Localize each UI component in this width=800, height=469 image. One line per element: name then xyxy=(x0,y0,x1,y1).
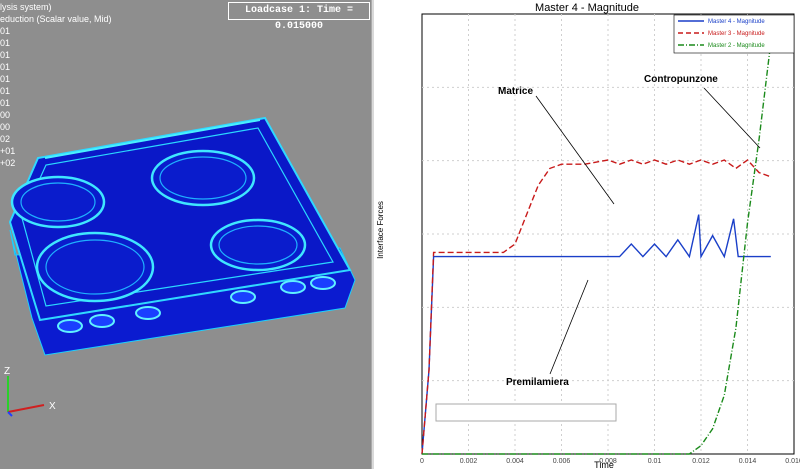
plot-canvas: Master 4 - Magnitude 0 0.002 0.004 0.006 0.0… xyxy=(376,2,800,469)
x-tick-label: 0 xyxy=(420,458,424,465)
knob-2 xyxy=(89,314,115,328)
y-axis-label: Interface Forces xyxy=(376,201,385,259)
x-tick-label: 0.004 xyxy=(506,458,524,465)
burner-front-left xyxy=(35,231,155,303)
triad-z-label: Z xyxy=(4,366,10,377)
plot-legend: Master 4 - Magnitude Master 3 - Magnitud… xyxy=(673,14,795,54)
burner-back-left xyxy=(10,175,106,229)
legend-label-2: Master 2 - Magnitude xyxy=(708,43,765,49)
svg-text:Matrice: Matrice xyxy=(498,86,533,97)
x-tick-label: 0.016 xyxy=(785,458,800,465)
x-tick-label: 0.012 xyxy=(692,458,710,465)
knob-4 xyxy=(230,290,256,304)
knob-3 xyxy=(135,306,161,320)
legend-label-1: Master 3 - Magnitude xyxy=(708,31,765,37)
triad-x-label: X xyxy=(49,401,56,412)
coordinate-triad: Z X xyxy=(4,366,56,417)
knob-1 xyxy=(57,319,83,333)
x-tick-label: 0.002 xyxy=(460,458,478,465)
caption-box xyxy=(435,403,617,422)
x-tick-label: 0.006 xyxy=(553,458,571,465)
x-axis-label: Time xyxy=(594,460,614,469)
x-tick-label: 0.01 xyxy=(648,458,662,465)
knob-5 xyxy=(280,280,306,294)
svg-text:Premilamiera: Premilamiera xyxy=(506,377,569,388)
model-canvas: Z X xyxy=(4,116,356,417)
x-tick-label: 0.014 xyxy=(739,458,757,465)
legend-label-0: Master 4 - Magnitude xyxy=(708,19,765,25)
knob-6 xyxy=(310,276,336,290)
burner-front-right xyxy=(209,218,307,272)
burner-back-right xyxy=(150,149,256,207)
plot-title: Master 4 - Magnitude xyxy=(535,2,639,14)
svg-text:Contropunzone: Contropunzone xyxy=(644,74,718,85)
